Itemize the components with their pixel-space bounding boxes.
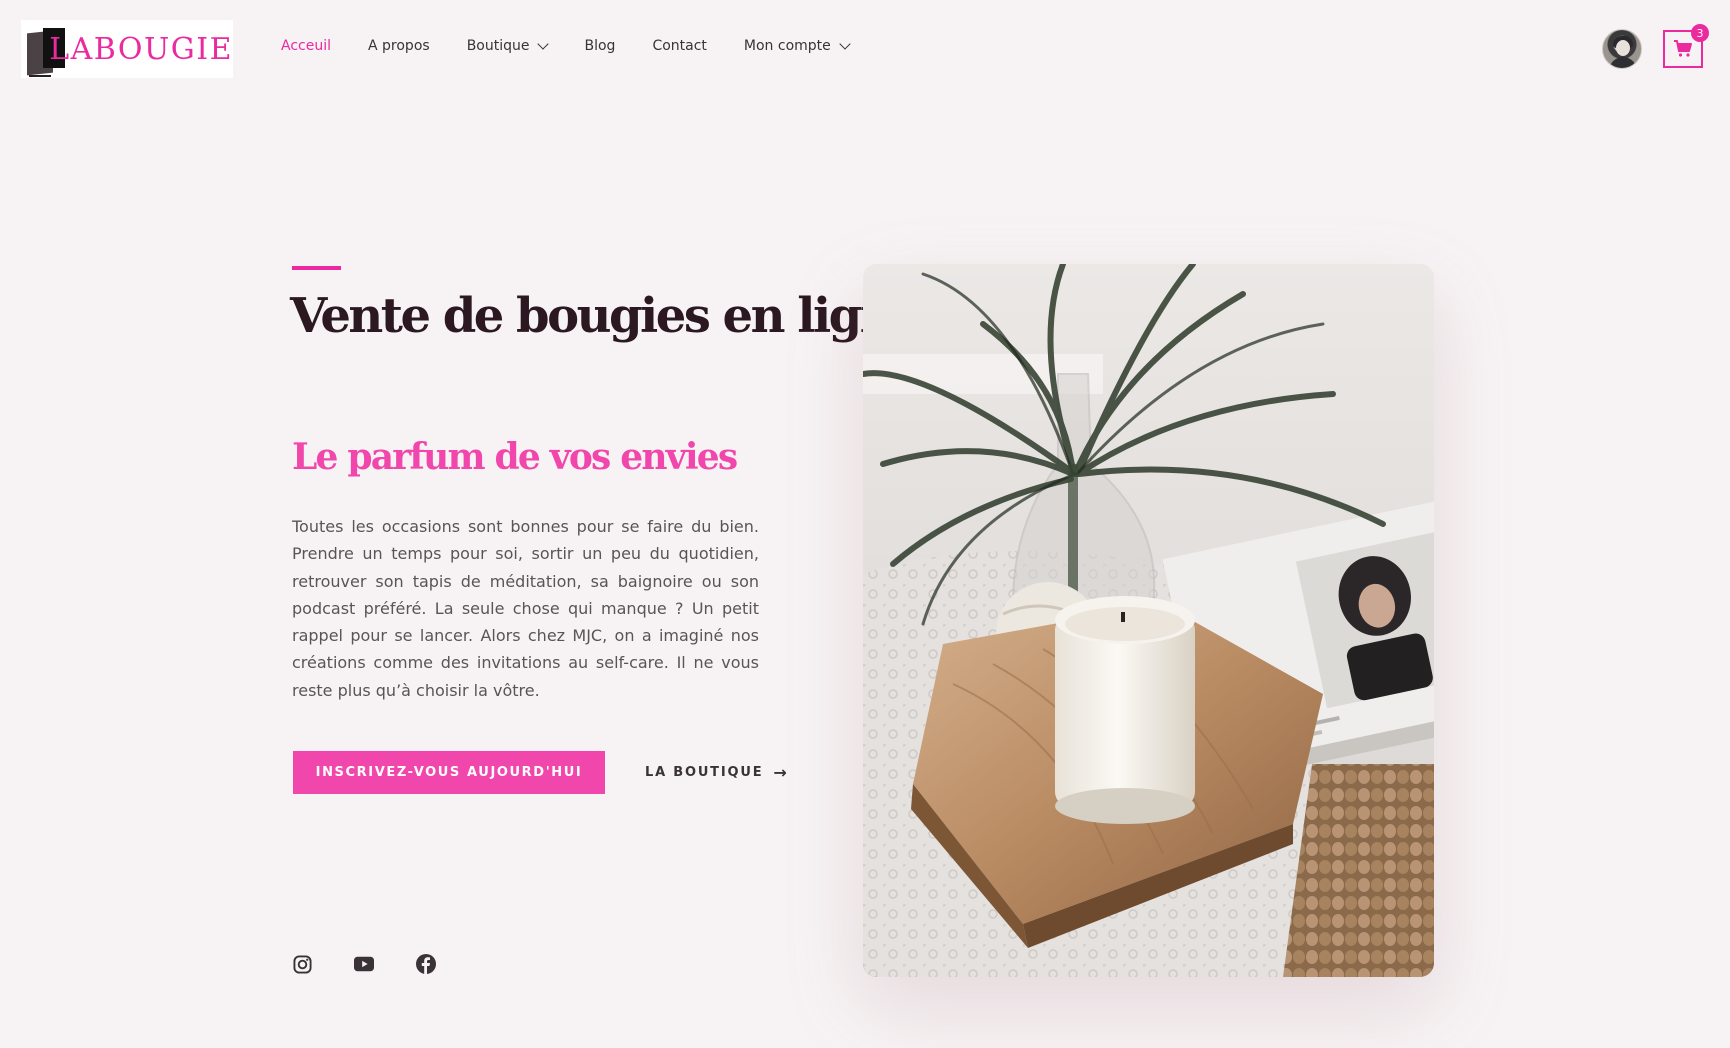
nav-item-label: Acceuil bbox=[281, 38, 331, 54]
chevron-down-icon bbox=[537, 38, 550, 50]
instagram-icon[interactable] bbox=[292, 954, 312, 974]
chevron-down-icon bbox=[839, 38, 851, 50]
nav-item-boutique[interactable]: Boutique bbox=[466, 38, 550, 54]
nav-item-label: Contact bbox=[652, 38, 707, 54]
nav-item-blog[interactable]: Blog bbox=[584, 38, 615, 54]
logo-text: LABOUGIE bbox=[49, 31, 233, 67]
shop-link[interactable]: LA BOUTIQUE → bbox=[645, 761, 787, 783]
hero-image bbox=[863, 264, 1434, 977]
signup-button[interactable]: INSCRIVEZ-VOUS AUJOURD'HUI bbox=[293, 751, 605, 794]
hero-description: Toutes les occasions sont bonnes pour se… bbox=[292, 517, 759, 700]
title-accent-line bbox=[292, 266, 341, 270]
cart-count-badge: 3 bbox=[1691, 24, 1709, 42]
site-header: LABOUGIE Acceuil A propos Boutique Blog … bbox=[0, 0, 1730, 100]
hero-title: Vente de bougies en ligne bbox=[290, 288, 923, 344]
nav-item-mon-compte[interactable]: Mon compte bbox=[743, 38, 851, 54]
nav-item-label: Boutique bbox=[466, 38, 530, 54]
arrow-right-icon: → bbox=[773, 762, 787, 782]
shopping-cart-icon bbox=[1674, 40, 1692, 57]
nav-item-acceuil[interactable]: Acceuil bbox=[281, 38, 331, 54]
social-links bbox=[292, 954, 478, 974]
nav-item-label: Mon compte bbox=[743, 38, 831, 54]
facebook-icon[interactable] bbox=[416, 954, 436, 974]
youtube-icon[interactable] bbox=[354, 954, 374, 974]
site-logo[interactable]: LABOUGIE bbox=[21, 20, 233, 78]
nav-item-contact[interactable]: Contact bbox=[652, 38, 706, 54]
logo-mark-icon bbox=[25, 20, 65, 78]
cart-button[interactable]: 3 bbox=[1663, 24, 1709, 68]
shop-link-label: LA BOUTIQUE bbox=[645, 764, 764, 780]
nav-item-label: A propos bbox=[368, 38, 430, 54]
nav-item-label: Blog bbox=[584, 38, 616, 54]
hero-subtitle: Le parfum de vos envies bbox=[292, 436, 738, 478]
user-avatar[interactable] bbox=[1602, 29, 1642, 69]
nav-item-a-propos[interactable]: A propos bbox=[368, 38, 430, 54]
candle-photo bbox=[863, 264, 1434, 977]
main-nav: Acceuil A propos Boutique Blog Contact M… bbox=[281, 38, 886, 54]
